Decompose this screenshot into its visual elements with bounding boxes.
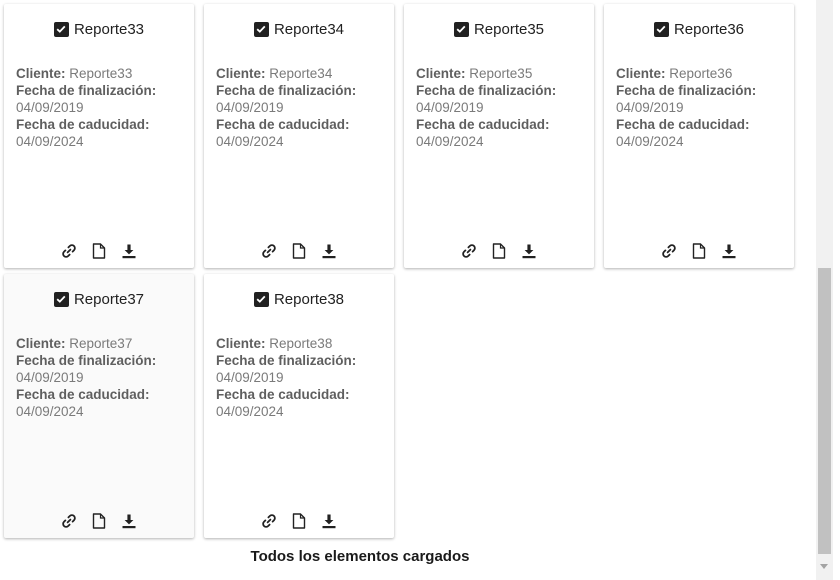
download-icon[interactable]: [320, 512, 338, 530]
card-details: Cliente: Reporte36 Fecha de finalización…: [616, 65, 786, 150]
checkbox-checked-icon[interactable]: [253, 291, 269, 307]
cliente-value: Reporte34: [269, 66, 333, 81]
card-details: Cliente: Reporte37 Fecha de finalización…: [16, 335, 186, 420]
caducidad-value: 04/09/2024: [216, 404, 284, 419]
card-details: Cliente: Reporte33 Fecha de finalización…: [16, 65, 186, 150]
cliente-label: Cliente:: [216, 336, 266, 351]
document-icon[interactable]: [290, 242, 308, 260]
finalizacion-label: Fecha de finalización:: [616, 83, 757, 98]
caducidad-label: Fecha de caducidad:: [16, 387, 150, 402]
card-header: Reporte33: [4, 18, 194, 40]
caducidad-label: Fecha de caducidad:: [216, 117, 350, 132]
checkbox-checked-icon[interactable]: [253, 21, 269, 37]
report-card: Reporte36 Cliente: Reporte36 Fecha de fi…: [604, 4, 794, 268]
finalizacion-value: 04/09/2019: [216, 370, 284, 385]
card-actions: [204, 242, 394, 260]
checkbox-checked-icon[interactable]: [53, 21, 69, 37]
report-grid: Reporte33 Cliente: Reporte33 Fecha de fi…: [0, 0, 816, 580]
cliente-label: Cliente:: [16, 336, 66, 351]
card-actions: [4, 242, 194, 260]
cliente-value: Reporte36: [669, 66, 733, 81]
card-title: Reporte33: [73, 20, 145, 38]
caducidad-value: 04/09/2024: [16, 134, 84, 149]
document-icon[interactable]: [690, 242, 708, 260]
link-icon[interactable]: [460, 242, 478, 260]
cliente-value: Reporte38: [269, 336, 333, 351]
caducidad-value: 04/09/2024: [616, 134, 684, 149]
finalizacion-value: 04/09/2019: [616, 100, 684, 115]
checkbox-checked-icon[interactable]: [53, 291, 69, 307]
download-icon[interactable]: [520, 242, 538, 260]
card-title: Reporte36: [673, 20, 745, 38]
vertical-scrollbar[interactable]: [816, 0, 833, 580]
link-icon[interactable]: [260, 512, 278, 530]
cliente-value: Reporte37: [69, 336, 133, 351]
caducidad-label: Fecha de caducidad:: [16, 117, 150, 132]
card-title: Reporte37: [73, 290, 145, 308]
card-header: Reporte34: [204, 18, 394, 40]
caducidad-value: 04/09/2024: [416, 134, 484, 149]
finalizacion-label: Fecha de finalización:: [16, 353, 157, 368]
finalizacion-value: 04/09/2019: [16, 100, 84, 115]
document-icon[interactable]: [290, 512, 308, 530]
caducidad-label: Fecha de caducidad:: [416, 117, 550, 132]
finalizacion-label: Fecha de finalización:: [416, 83, 557, 98]
card-header: Reporte36: [604, 18, 794, 40]
caducidad-label: Fecha de caducidad:: [616, 117, 750, 132]
card-title: Reporte35: [473, 20, 545, 38]
cliente-label: Cliente:: [416, 66, 466, 81]
document-icon[interactable]: [90, 512, 108, 530]
card-header: Reporte37: [4, 288, 194, 310]
card-actions: [604, 242, 794, 260]
report-card: Reporte35 Cliente: Reporte35 Fecha de fi…: [404, 4, 594, 268]
scrollbar-thumb[interactable]: [818, 268, 831, 554]
caducidad-label: Fecha de caducidad:: [216, 387, 350, 402]
card-details: Cliente: Reporte38 Fecha de finalización…: [216, 335, 386, 420]
cliente-label: Cliente:: [616, 66, 666, 81]
card-actions: [404, 242, 594, 260]
caducidad-value: 04/09/2024: [16, 404, 84, 419]
checkbox-checked-icon[interactable]: [453, 21, 469, 37]
scroll-down-arrow-icon[interactable]: [820, 564, 828, 569]
finalizacion-value: 04/09/2019: [416, 100, 484, 115]
card-title: Reporte34: [273, 20, 345, 38]
card-header: Reporte38: [204, 288, 394, 310]
report-card: Reporte33 Cliente: Reporte33 Fecha de fi…: [4, 4, 194, 268]
finalizacion-value: 04/09/2019: [216, 100, 284, 115]
card-details: Cliente: Reporte35 Fecha de finalización…: [416, 65, 586, 150]
link-icon[interactable]: [660, 242, 678, 260]
checkbox-checked-icon[interactable]: [653, 21, 669, 37]
download-icon[interactable]: [320, 242, 338, 260]
finalizacion-label: Fecha de finalización:: [16, 83, 157, 98]
card-actions: [4, 512, 194, 530]
cliente-value: Reporte33: [69, 66, 133, 81]
cliente-label: Cliente:: [216, 66, 266, 81]
download-icon[interactable]: [120, 242, 138, 260]
finalizacion-label: Fecha de finalización:: [216, 353, 357, 368]
card-title: Reporte38: [273, 290, 345, 308]
card-details: Cliente: Reporte34 Fecha de finalización…: [216, 65, 386, 150]
download-icon[interactable]: [120, 512, 138, 530]
finalizacion-value: 04/09/2019: [16, 370, 84, 385]
link-icon[interactable]: [260, 242, 278, 260]
report-card: Reporte37 Cliente: Reporte37 Fecha de fi…: [4, 274, 194, 538]
link-icon[interactable]: [60, 242, 78, 260]
all-loaded-message: Todos los elementos cargados: [250, 548, 470, 565]
card-header: Reporte35: [404, 18, 594, 40]
link-icon[interactable]: [60, 512, 78, 530]
caducidad-value: 04/09/2024: [216, 134, 284, 149]
document-icon[interactable]: [490, 242, 508, 260]
report-card: Reporte38 Cliente: Reporte38 Fecha de fi…: [204, 274, 394, 538]
cliente-label: Cliente:: [16, 66, 66, 81]
finalizacion-label: Fecha de finalización:: [216, 83, 357, 98]
document-icon[interactable]: [90, 242, 108, 260]
cliente-value: Reporte35: [469, 66, 533, 81]
card-actions: [204, 512, 394, 530]
download-icon[interactable]: [720, 242, 738, 260]
report-card: Reporte34 Cliente: Reporte34 Fecha de fi…: [204, 4, 394, 268]
